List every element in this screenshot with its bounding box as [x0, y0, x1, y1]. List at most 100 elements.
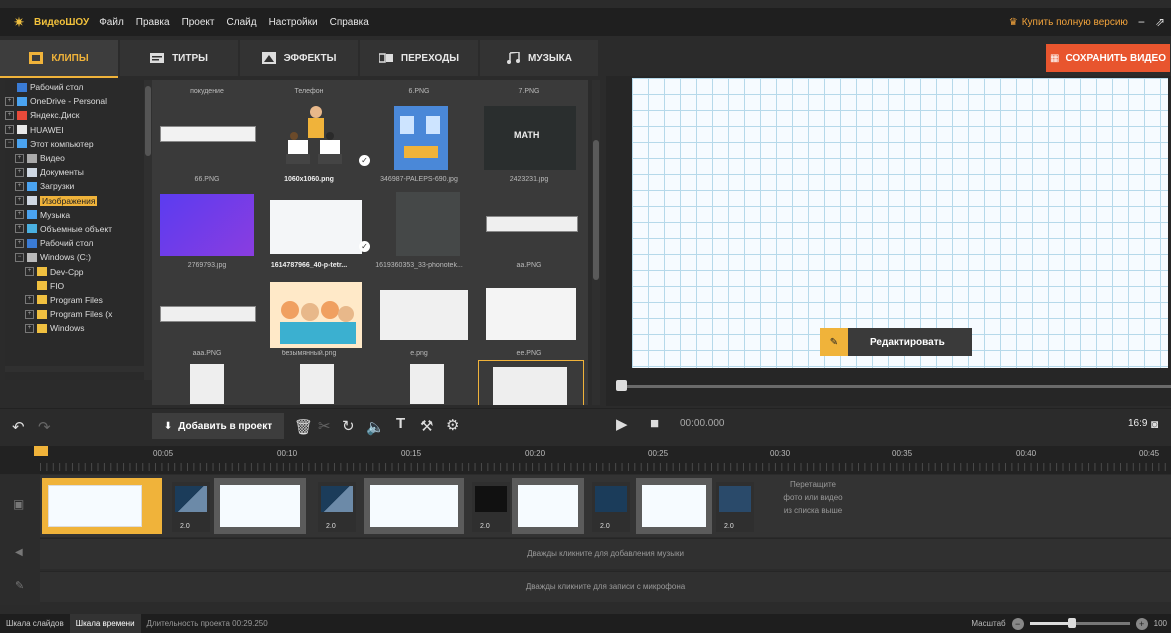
menu-help[interactable]: Справка — [330, 17, 369, 28]
tree-expander-icon[interactable]: + — [25, 323, 34, 333]
thumb-doc-4-selected[interactable] — [478, 360, 584, 405]
minimize-button[interactable]: − — [1138, 15, 1145, 29]
tree-item[interactable]: + HUAWEI — [5, 123, 147, 137]
tree-expander-icon[interactable]: − — [5, 139, 14, 149]
zoom-out-icon[interactable]: − — [1011, 617, 1024, 630]
timeline-ruler[interactable]: 00:05 00:10 00:15 00:20 00:25 00:30 00:3… — [0, 446, 1171, 474]
tree-item[interactable]: + Документы — [5, 165, 147, 179]
tree-expander-icon[interactable]: − — [15, 252, 24, 262]
gallery-scrollbar[interactable] — [592, 80, 600, 405]
tree-item[interactable]: + Музыка — [5, 208, 147, 222]
timeline-slide[interactable] — [636, 478, 712, 534]
delete-icon[interactable]: 🗑 — [294, 418, 313, 436]
preview-canvas[interactable] — [632, 78, 1168, 368]
tree-scroll-thumb[interactable] — [145, 86, 151, 156]
add-to-project-button[interactable]: ⬇ Добавить в проект — [152, 413, 284, 439]
tree-item[interactable]: + Program Files (x — [5, 307, 147, 321]
undo-icon[interactable]: ↶ — [12, 418, 25, 436]
zoom-in-icon[interactable]: + — [1135, 617, 1148, 630]
tree-item[interactable]: + Загрузки — [5, 179, 147, 193]
tree-expander-icon[interactable]: + — [15, 238, 24, 248]
playhead[interactable] — [34, 446, 48, 456]
tree-expander-icon[interactable]: + — [15, 181, 24, 191]
timeline-transition[interactable]: 2.0 — [472, 482, 510, 532]
tree-expander-icon[interactable]: + — [25, 295, 34, 305]
tree-item[interactable]: + Рабочий стол — [5, 236, 147, 250]
stop-icon[interactable]: ■ — [650, 415, 659, 432]
tree-item[interactable]: − Windows (C:) — [5, 250, 147, 264]
tab-effects[interactable]: ЭФФЕКТЫ — [240, 40, 358, 76]
timeline-transition[interactable]: 2.0 — [172, 482, 210, 532]
menu-edit[interactable]: Правка — [136, 17, 170, 28]
tree-item[interactable]: + Dev-Cpp — [5, 264, 147, 278]
timeline-slide[interactable] — [512, 478, 584, 534]
tree-item[interactable]: + Изображения — [5, 194, 147, 208]
timeline-transition[interactable]: 2.0 — [318, 482, 356, 532]
thumb-doc-1[interactable] — [190, 364, 224, 404]
tree-expander-icon[interactable]: + — [25, 309, 34, 319]
tree-item[interactable]: + Program Files — [5, 293, 147, 307]
menu-slide[interactable]: Слайд — [227, 17, 257, 28]
save-video-button[interactable]: ▦ СОХРАНИТЬ ВИДЕО — [1046, 44, 1170, 72]
menu-settings[interactable]: Настройки — [269, 17, 318, 28]
thumb-2423231[interactable]: MATH — [484, 106, 576, 170]
slides-view-tab[interactable]: Шкала слайдов — [0, 614, 70, 633]
aspect-ratio-selector[interactable]: 16:9 — [1128, 418, 1147, 429]
text-icon[interactable]: T — [396, 415, 405, 432]
tree-expander-icon[interactable]: + — [15, 167, 24, 177]
zoom-slider[interactable] — [1029, 618, 1130, 628]
timeline-slide[interactable] — [364, 478, 464, 534]
tree-expander-icon[interactable]: + — [25, 267, 34, 277]
tree-item[interactable]: + Видео — [5, 151, 147, 165]
tree-item[interactable]: − Этот компьютер — [5, 137, 147, 151]
zoom-slider-knob[interactable] — [1067, 618, 1076, 628]
microphone-track[interactable]: Дважды кликните для записи с микрофона — [40, 571, 1171, 602]
tree-item[interactable]: + Объемные объект — [5, 222, 147, 236]
tab-music[interactable]: МУЗЫКА — [480, 40, 598, 76]
tree-expander-icon[interactable]: + — [15, 210, 24, 220]
preview-seek-bar[interactable] — [616, 385, 1171, 388]
cut-icon[interactable]: ✂ — [318, 417, 331, 435]
tree-expander-icon[interactable]: + — [5, 110, 14, 120]
thumb-66[interactable] — [160, 126, 256, 142]
magic-wand-icon[interactable]: ⚒ — [420, 417, 433, 435]
tree-expander-icon[interactable]: + — [5, 125, 14, 135]
play-icon[interactable]: ▶ — [616, 415, 628, 433]
thumb-doc-3[interactable] — [410, 364, 444, 404]
redo-icon[interactable]: ↷ — [38, 418, 51, 436]
tree-expander-icon[interactable]: + — [15, 224, 24, 234]
buy-full-link[interactable]: ♛ Купить полную версию — [1009, 17, 1128, 28]
edit-slide-button[interactable]: ✎ Редактировать — [820, 328, 972, 356]
tree-expander-icon[interactable]: + — [5, 96, 14, 106]
thumb-2769793[interactable] — [160, 194, 254, 256]
thumb-346987[interactable] — [394, 106, 448, 170]
thumb-aa[interactable] — [486, 216, 578, 232]
timeline-slide[interactable] — [42, 478, 162, 534]
tree-item[interactable]: + Яндекс.Диск — [5, 108, 147, 122]
thumb-bezymyannyi[interactable] — [270, 282, 362, 348]
rotate-icon[interactable]: ↻ — [342, 417, 355, 435]
thumb-aaa[interactable] — [160, 306, 256, 322]
music-track[interactable]: Дважды кликните для добавления музыки — [40, 538, 1171, 569]
thumb-e[interactable] — [380, 290, 468, 340]
tab-transitions[interactable]: ПЕРЕХОДЫ — [360, 40, 478, 76]
tree-item[interactable]: + Windows — [5, 321, 147, 335]
timeline-slide[interactable] — [214, 478, 306, 534]
thumb-1060x1060[interactable] — [270, 102, 358, 168]
thumb-1619360353[interactable] — [396, 192, 460, 256]
tab-clips[interactable]: КЛИПЫ — [0, 40, 118, 78]
timeline-transition[interactable]: 2.0 — [716, 482, 754, 532]
tree-item[interactable]: FIO — [5, 279, 147, 293]
gear-icon[interactable]: ⚙ — [446, 416, 459, 434]
tree-scrollbar[interactable] — [144, 80, 152, 380]
thumb-1614787966[interactable] — [270, 200, 362, 254]
tab-titles[interactable]: ТИТРЫ — [120, 40, 238, 76]
tree-item[interactable]: + OneDrive - Personal — [5, 94, 147, 108]
menu-project[interactable]: Проект — [182, 17, 215, 28]
tree-horizontal-scrollbar[interactable] — [5, 366, 150, 372]
restore-button[interactable]: ⇗ — [1155, 15, 1165, 29]
gallery-scroll-thumb[interactable] — [593, 140, 599, 280]
preview-seek-knob[interactable] — [616, 380, 627, 391]
thumb-doc-2[interactable] — [300, 364, 334, 404]
timeline-view-tab[interactable]: Шкала времени — [69, 614, 141, 633]
